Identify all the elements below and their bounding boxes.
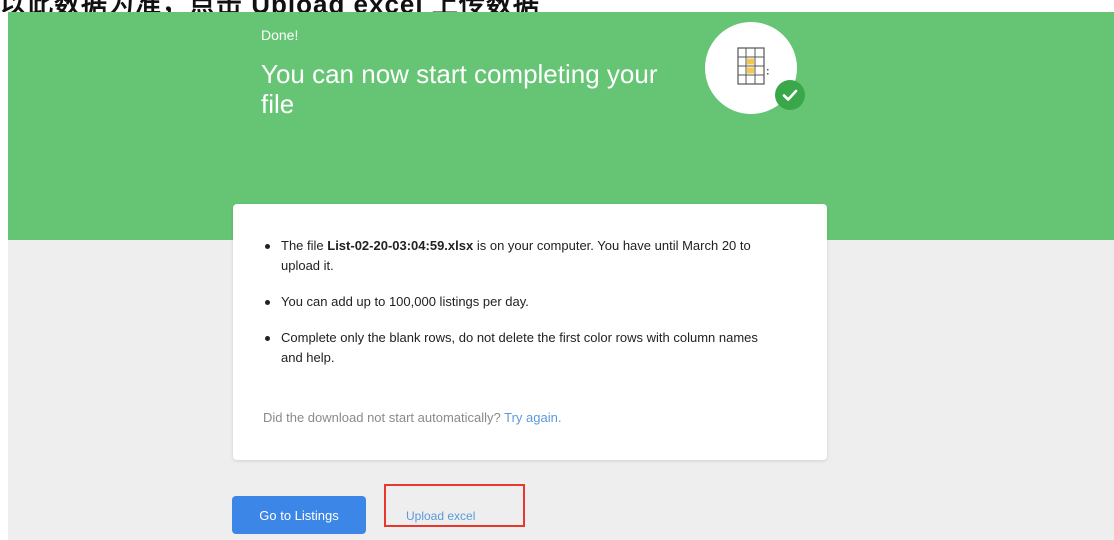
retry-text: Did the download not start automatically…	[263, 410, 501, 425]
page: 以此数据为准，点击 Upload excel 上传数据 Done! You ca…	[0, 0, 1114, 540]
bullet-dot	[265, 336, 270, 341]
success-badge	[775, 80, 805, 110]
list-item: Complete only the blank rows, do not del…	[263, 328, 783, 368]
go-to-listings-button[interactable]: Go to Listings	[232, 496, 366, 534]
list-item: The file List-02-20-03:04:59.xlsx is on …	[263, 236, 783, 276]
bullet-dot	[265, 300, 270, 305]
page-title: You can now start completing your file	[261, 59, 658, 119]
try-again-link[interactable]: Try again.	[504, 410, 561, 425]
info-card: The file List-02-20-03:04:59.xlsx is on …	[233, 204, 827, 460]
instructions-note: Complete only the blank rows, do not del…	[281, 330, 758, 365]
retry-row: Did the download not start automatically…	[263, 410, 561, 425]
limit-note: You can add up to 100,000 listings per d…	[281, 294, 529, 309]
file-note-prefix: The file	[281, 238, 328, 253]
list-item: You can add up to 100,000 listings per d…	[263, 292, 783, 312]
app-frame: Done! You can now start completing your …	[8, 12, 1114, 540]
bullet-dot	[265, 244, 270, 249]
check-icon	[782, 89, 798, 101]
top-caption: 以此数据为准，点击 Upload excel 上传数据	[0, 0, 540, 12]
upload-excel-link[interactable]: Upload excel	[406, 509, 475, 523]
upload-highlight-box: Upload excel	[384, 484, 525, 527]
status-label: Done!	[261, 27, 299, 43]
info-list: The file List-02-20-03:04:59.xlsx is on …	[263, 236, 783, 384]
file-name: List-02-20-03:04:59.xlsx	[327, 238, 474, 253]
